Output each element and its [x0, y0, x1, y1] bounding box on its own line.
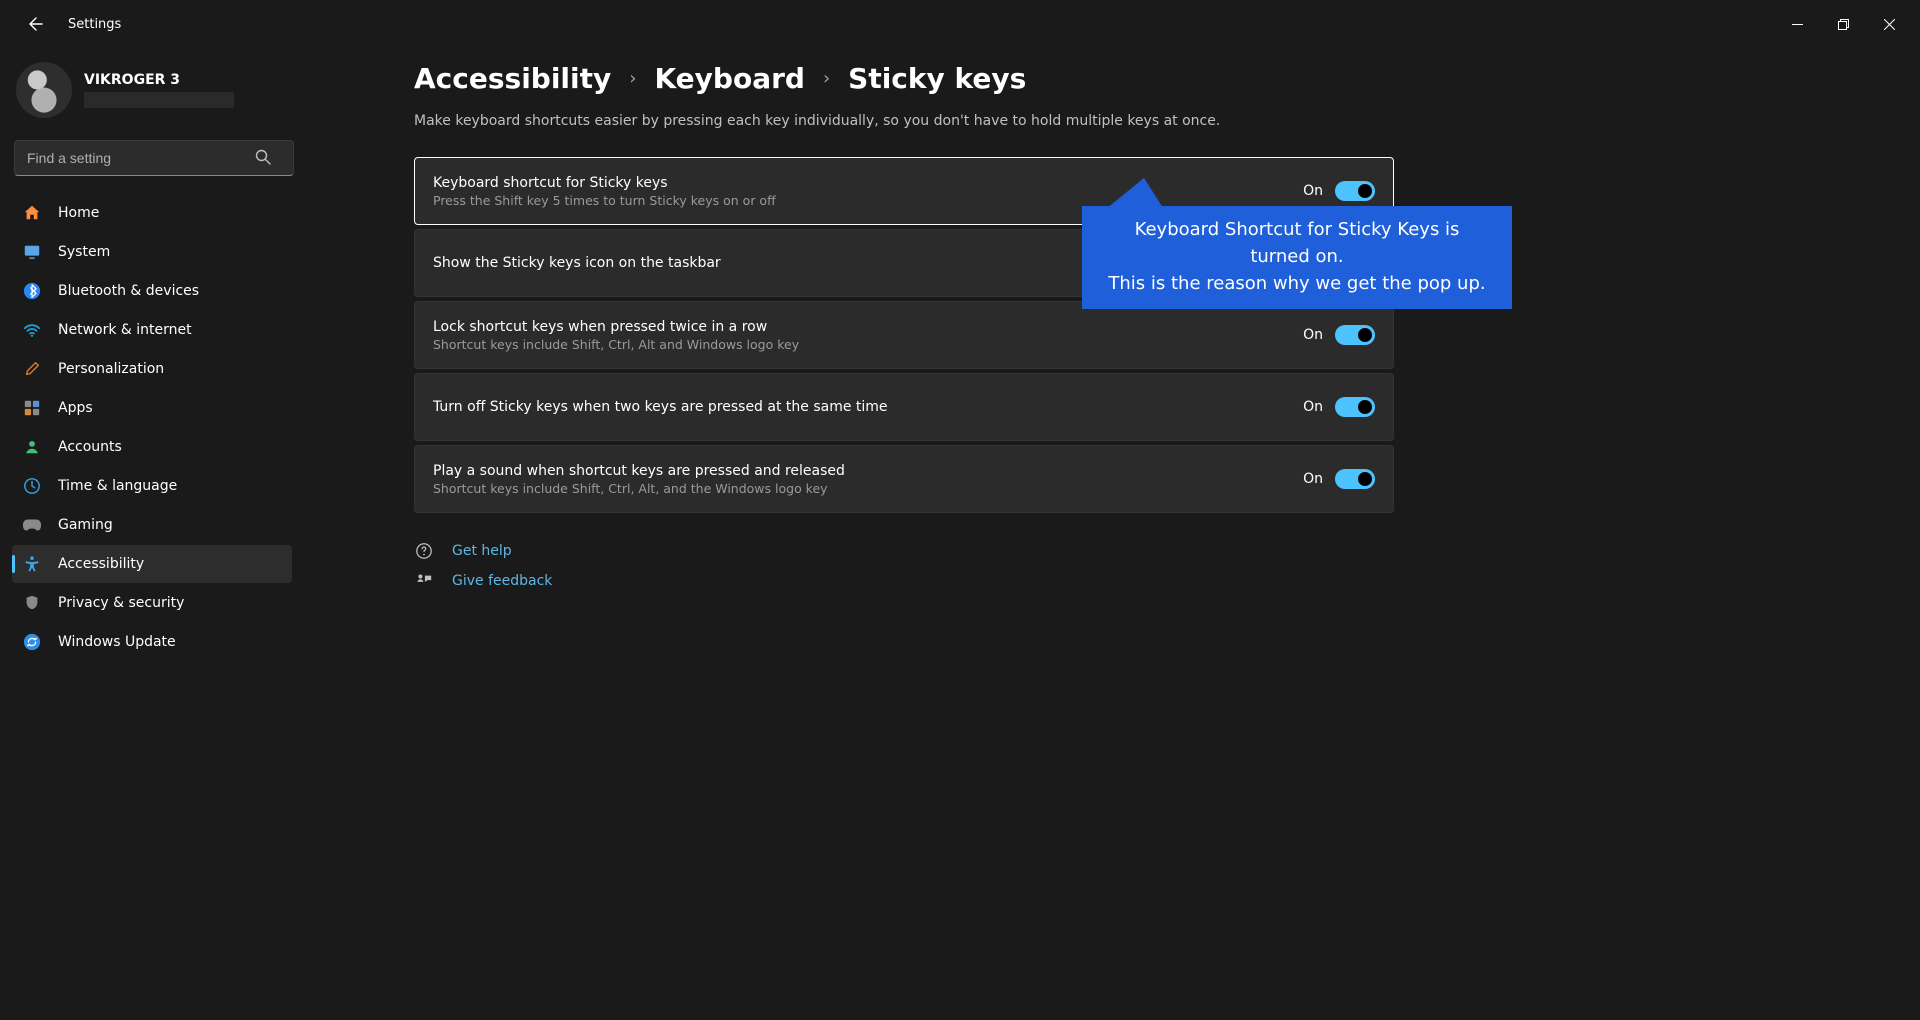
card-play-sound[interactable]: Play a sound when shortcut keys are pres… — [414, 445, 1394, 513]
avatar — [16, 62, 72, 118]
nav: Home System Bluetooth & devices Network … — [12, 194, 292, 661]
nav-privacy[interactable]: Privacy & security — [12, 584, 292, 622]
help-icon — [414, 541, 434, 561]
card-subtitle: Shortcut keys include Shift, Ctrl, Alt, … — [433, 481, 845, 496]
nav-label: Network & internet — [58, 322, 192, 338]
gamepad-icon — [22, 515, 42, 535]
maximize-icon — [1838, 19, 1849, 30]
main: Accessibility › Keyboard › Sticky keys M… — [300, 48, 1920, 1020]
toggle-state: On — [1303, 183, 1323, 199]
back-button[interactable] — [16, 4, 56, 44]
minimize-button[interactable] — [1774, 4, 1820, 44]
card-lock-shortcut-keys[interactable]: Lock shortcut keys when pressed twice in… — [414, 301, 1394, 369]
toggle-state: On — [1303, 399, 1323, 415]
close-button[interactable] — [1866, 4, 1912, 44]
card-keyboard-shortcut-sticky-keys[interactable]: Keyboard shortcut for Sticky keys Press … — [414, 157, 1394, 225]
search-input[interactable] — [14, 140, 294, 176]
toggle-switch[interactable] — [1335, 469, 1375, 489]
nav-label: Gaming — [58, 517, 113, 533]
profile[interactable]: VIKROGER 3 — [12, 58, 292, 136]
nav-label: System — [58, 244, 110, 260]
nav-time-language[interactable]: Time & language — [12, 467, 292, 505]
nav-label: Apps — [58, 400, 93, 416]
nav-label: Accessibility — [58, 556, 144, 572]
card-subtitle: Shortcut keys include Shift, Ctrl, Alt a… — [433, 337, 799, 352]
close-icon — [1884, 19, 1895, 30]
nav-label: Privacy & security — [58, 595, 184, 611]
nav-gaming[interactable]: Gaming — [12, 506, 292, 544]
link-label: Get help — [452, 543, 512, 559]
arrow-left-icon — [28, 16, 44, 32]
nav-accessibility[interactable]: Accessibility — [12, 545, 292, 583]
profile-name: VIKROGER 3 — [84, 72, 234, 88]
home-icon — [22, 203, 42, 223]
page-subtitle: Make keyboard shortcuts easier by pressi… — [414, 113, 1920, 129]
maximize-button[interactable] — [1820, 4, 1866, 44]
toggle-switch[interactable] — [1335, 325, 1375, 345]
update-icon — [22, 632, 42, 652]
breadcrumb-keyboard[interactable]: Keyboard — [654, 62, 804, 95]
title-bar: Settings — [0, 0, 1920, 48]
nav-label: Windows Update — [58, 634, 176, 650]
sidebar: VIKROGER 3 Home System — [0, 48, 300, 1020]
toggle-switch[interactable] — [1335, 397, 1375, 417]
toggle-state: On — [1303, 471, 1323, 487]
person-icon — [22, 437, 42, 457]
nav-personalization[interactable]: Personalization — [12, 350, 292, 388]
card-subtitle: Press the Shift key 5 times to turn Stic… — [433, 193, 776, 208]
chevron-right-icon: › — [823, 68, 830, 89]
nav-label: Time & language — [58, 478, 177, 494]
nav-network[interactable]: Network & internet — [12, 311, 292, 349]
minimize-icon — [1792, 19, 1803, 30]
page-title: Sticky keys — [848, 62, 1026, 95]
nav-home[interactable]: Home — [12, 194, 292, 232]
apps-icon — [22, 398, 42, 418]
nav-label: Accounts — [58, 439, 122, 455]
clock-globe-icon — [22, 476, 42, 496]
toggle-switch[interactable] — [1335, 181, 1375, 201]
bluetooth-icon — [22, 281, 42, 301]
nav-apps[interactable]: Apps — [12, 389, 292, 427]
card-title: Keyboard shortcut for Sticky keys — [433, 175, 776, 191]
breadcrumb: Accessibility › Keyboard › Sticky keys — [414, 62, 1920, 95]
get-help-link[interactable]: Get help — [414, 541, 1920, 561]
wifi-icon — [22, 320, 42, 340]
help-links: Get help Give feedback — [414, 541, 1920, 591]
nav-label: Home — [58, 205, 99, 221]
nav-system[interactable]: System — [12, 233, 292, 271]
give-feedback-link[interactable]: Give feedback — [414, 571, 1920, 591]
nav-label: Personalization — [58, 361, 164, 377]
nav-label: Bluetooth & devices — [58, 283, 199, 299]
nav-accounts[interactable]: Accounts — [12, 428, 292, 466]
shield-icon — [22, 593, 42, 613]
system-icon — [22, 242, 42, 262]
card-show-taskbar-icon[interactable]: Show the Sticky keys icon on the taskbar… — [414, 229, 1394, 297]
card-title: Play a sound when shortcut keys are pres… — [433, 463, 845, 479]
brush-icon — [22, 359, 42, 379]
search-icon — [254, 148, 272, 166]
window-title: Settings — [68, 17, 121, 32]
toggle-switch[interactable] — [1335, 253, 1375, 273]
feedback-icon — [414, 571, 434, 591]
settings-cards: Keyboard shortcut for Sticky keys Press … — [414, 157, 1394, 513]
nav-bluetooth[interactable]: Bluetooth & devices — [12, 272, 292, 310]
breadcrumb-accessibility[interactable]: Accessibility — [414, 62, 611, 95]
card-turn-off-two-keys[interactable]: Turn off Sticky keys when two keys are p… — [414, 373, 1394, 441]
card-title: Show the Sticky keys icon on the taskbar — [433, 255, 721, 271]
card-title: Turn off Sticky keys when two keys are p… — [433, 399, 888, 415]
profile-account-placeholder — [84, 92, 234, 108]
accessibility-icon — [22, 554, 42, 574]
nav-windows-update[interactable]: Windows Update — [12, 623, 292, 661]
chevron-right-icon: › — [629, 68, 636, 89]
card-title: Lock shortcut keys when pressed twice in… — [433, 319, 799, 335]
link-label: Give feedback — [452, 573, 552, 589]
toggle-state: On — [1303, 327, 1323, 343]
toggle-state: On — [1303, 255, 1323, 271]
